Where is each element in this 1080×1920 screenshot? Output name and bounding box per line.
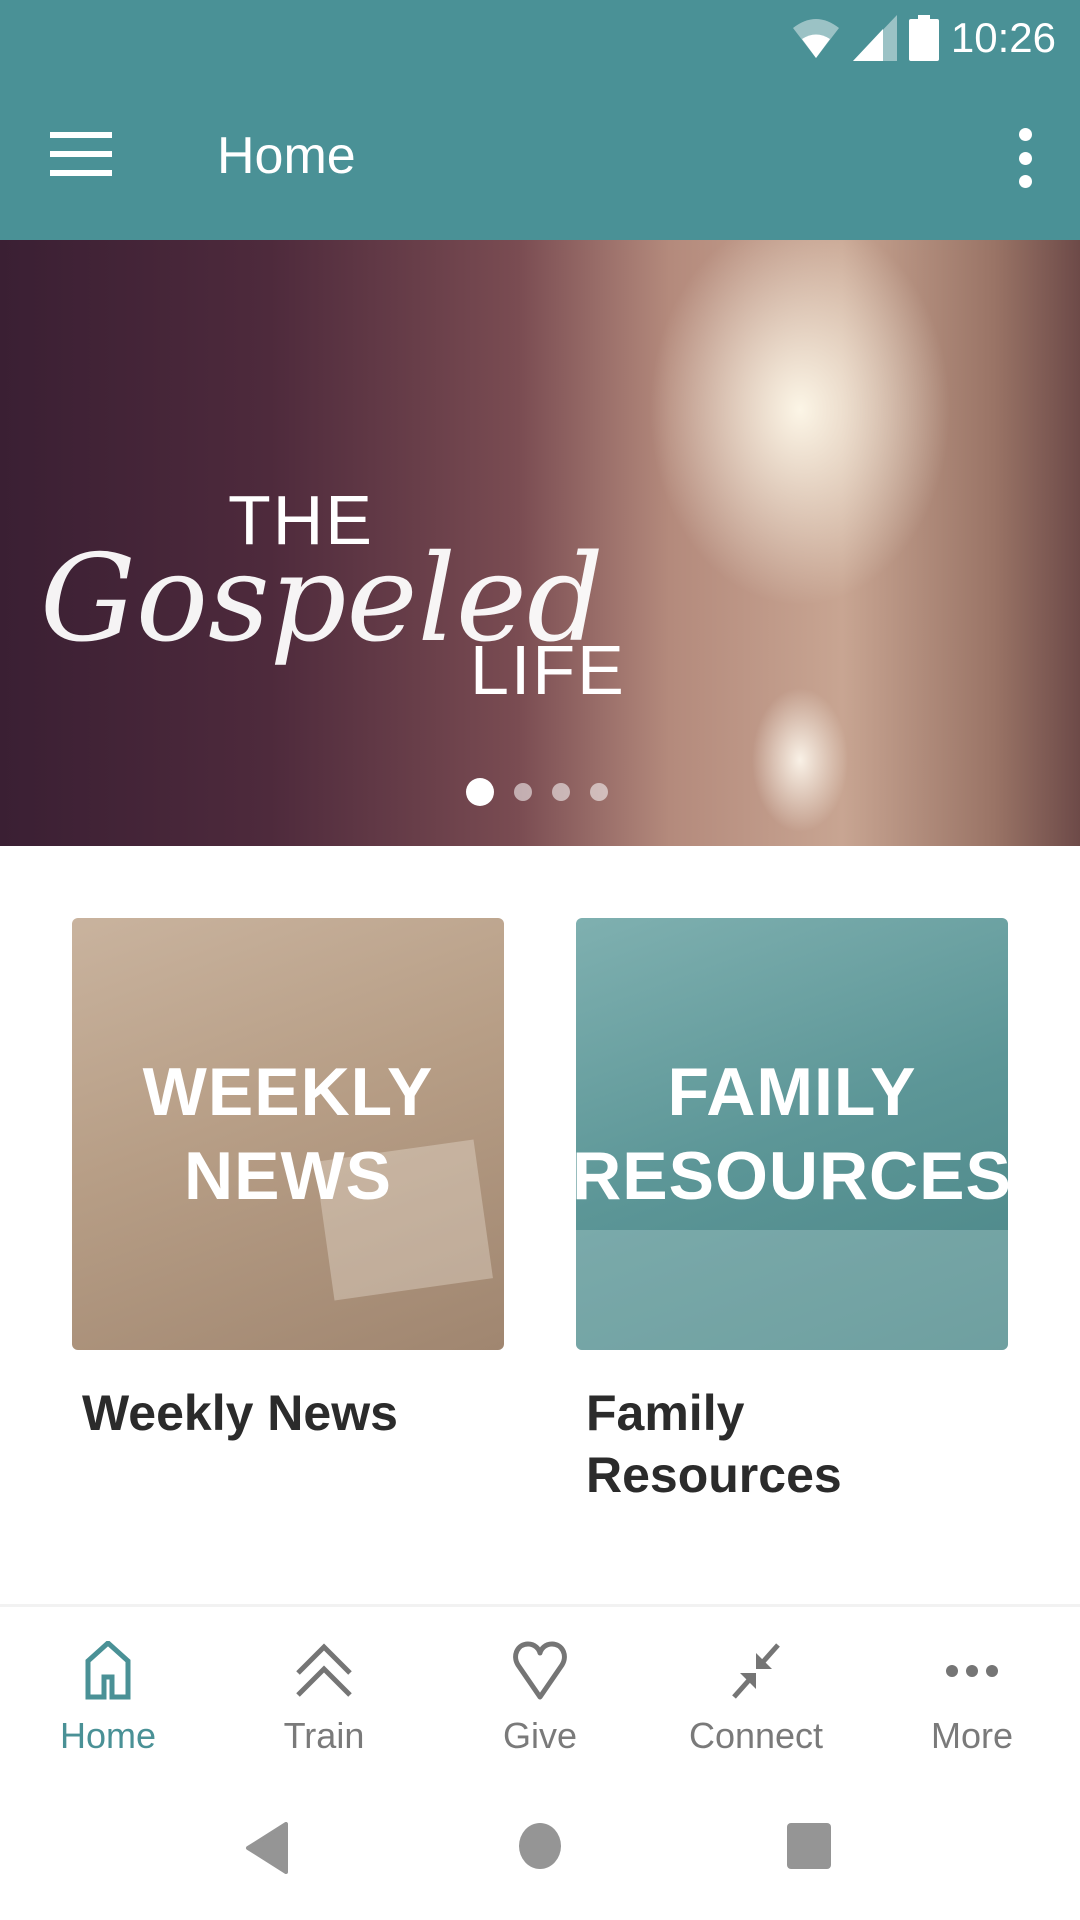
carousel-dot-3[interactable] [552,783,570,801]
cell-signal-icon [852,15,897,61]
carousel-indicator [466,778,608,806]
card-weekly-news[interactable]: WEEKLY NEWS Weekly News [72,918,504,1506]
heart-icon [513,1641,567,1700]
bottom-navigation: Home Train Give Connect More [0,1604,1080,1778]
nav-label: Home [59,1715,157,1756]
app-bar: Home [0,80,1080,240]
carousel-dot-2[interactable] [514,783,532,801]
wifi-icon [792,19,839,58]
nav-item-more[interactable]: More [864,1607,1080,1778]
hero-banner-carousel[interactable]: THE Gospeled LIFE [0,240,1080,846]
more-vertical-icon[interactable] [1010,128,1040,188]
back-icon[interactable] [244,1822,290,1874]
page-title: Home [217,127,356,185]
more-horizontal-icon [946,1665,998,1677]
nav-item-home[interactable]: Home [0,1607,216,1778]
banner-title-life: LIFE [470,631,626,709]
content-cards: WEEKLY NEWS Weekly News FAMILY RESOURCES… [72,918,1008,1506]
hamburger-menu-icon[interactable] [50,132,112,182]
nav-item-give[interactable]: Give [432,1607,648,1778]
card-image-text: WEEKLY NEWS [142,1054,434,1214]
home-icon [85,1641,131,1700]
system-navigation-bar [0,1778,1080,1920]
card-family-resources[interactable]: FAMILY RESOURCES Family Resources [576,918,1008,1506]
home-circle-icon[interactable] [518,1822,562,1870]
carousel-dot-4[interactable] [590,783,608,801]
nav-label: Give [502,1715,578,1756]
double-chevron-up-icon [296,1643,352,1697]
battery-icon [908,15,939,61]
nav-label: Connect [688,1715,824,1756]
nav-item-train[interactable]: Train [216,1607,432,1778]
nav-label: More [930,1715,1014,1756]
card-image-family-resources[interactable]: FAMILY RESOURCES [576,918,1008,1350]
card-image-weekly-news[interactable]: WEEKLY NEWS [72,918,504,1350]
card-title[interactable]: Weekly News [72,1382,504,1444]
card-title[interactable]: Family Resources [576,1382,1008,1506]
card-image-text: FAMILY RESOURCES [576,1054,1008,1214]
carousel-dot-1[interactable] [466,778,494,806]
status-bar: 10:26 [0,0,1080,80]
recents-icon[interactable] [786,1822,832,1870]
nav-label: Train [283,1715,365,1756]
arrows-in-icon [732,1643,780,1699]
nav-item-connect[interactable]: Connect [648,1607,864,1778]
clock: 10:26 [950,14,1056,61]
